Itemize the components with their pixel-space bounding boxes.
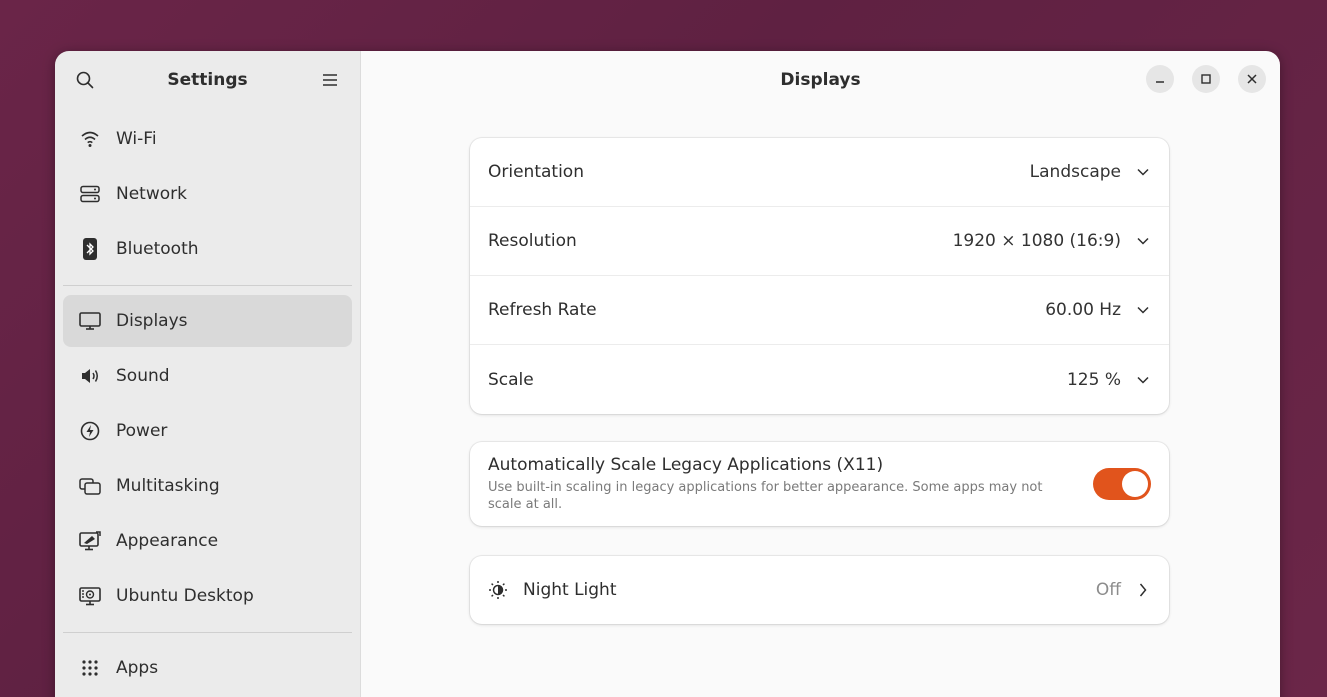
resolution-value: 1920 × 1080 (16:9) xyxy=(952,231,1121,251)
sidebar-item-bluetooth[interactable]: Bluetooth xyxy=(63,223,352,275)
main-menu-button[interactable] xyxy=(316,66,344,94)
sidebar-item-label: Network xyxy=(116,184,187,204)
sidebar-item-label: Multitasking xyxy=(116,476,220,496)
legacy-scaling-title: Automatically Scale Legacy Applications … xyxy=(488,455,884,475)
main-content: Displays Orientation Landscape Resolutio… xyxy=(361,51,1280,697)
chevron-down-icon xyxy=(1135,302,1151,318)
search-button[interactable] xyxy=(71,66,99,94)
ubuntu-desktop-icon xyxy=(79,585,101,607)
page-title: Displays xyxy=(780,70,861,90)
display-icon xyxy=(79,310,101,332)
refresh-rate-value: 60.00 Hz xyxy=(1045,300,1121,320)
toggle-knob xyxy=(1122,471,1148,497)
night-light-row[interactable]: Night Light Off xyxy=(470,556,1169,624)
network-icon xyxy=(79,183,101,205)
resolution-row[interactable]: Resolution 1920 × 1080 (16:9) xyxy=(470,207,1169,276)
scale-label: Scale xyxy=(488,369,534,390)
sidebar-item-wifi[interactable]: Wi-Fi xyxy=(63,113,352,165)
sidebar-item-label: Sound xyxy=(116,366,170,386)
night-light-label: Night Light xyxy=(523,580,617,600)
sidebar-item-sound[interactable]: Sound xyxy=(63,350,352,402)
window-controls xyxy=(1146,65,1266,93)
legacy-scaling-card: Automatically Scale Legacy Applications … xyxy=(470,442,1169,526)
sidebar-item-network[interactable]: Network xyxy=(63,168,352,220)
sidebar-item-label: Wi-Fi xyxy=(116,129,157,149)
minimize-button[interactable] xyxy=(1146,65,1174,93)
sidebar-separator xyxy=(63,632,352,633)
sidebar-item-label: Ubuntu Desktop xyxy=(116,586,254,606)
apps-grid-icon xyxy=(79,657,101,679)
close-icon xyxy=(1247,74,1257,84)
sidebar: Settings Wi-Fi Network Bluetooth Display… xyxy=(55,51,361,697)
appearance-icon xyxy=(79,530,101,552)
sidebar-item-multitasking[interactable]: Multitasking xyxy=(63,460,352,512)
chevron-right-icon xyxy=(1135,582,1151,598)
minimize-icon xyxy=(1156,81,1164,83)
night-light-value: Off xyxy=(1095,580,1121,600)
power-icon xyxy=(79,420,101,442)
sidebar-item-appearance[interactable]: Appearance xyxy=(63,515,352,567)
orientation-label: Orientation xyxy=(488,162,584,182)
sidebar-item-label: Apps xyxy=(116,658,159,678)
chevron-down-icon xyxy=(1135,233,1151,249)
sidebar-item-power[interactable]: Power xyxy=(63,405,352,457)
legacy-scaling-row: Automatically Scale Legacy Applications … xyxy=(470,442,1169,526)
scale-value: 125 % xyxy=(1066,369,1121,390)
sidebar-item-label: Bluetooth xyxy=(116,239,199,259)
legacy-scaling-toggle[interactable] xyxy=(1093,468,1151,500)
search-icon xyxy=(76,71,94,89)
multitasking-icon xyxy=(79,475,101,497)
sidebar-separator xyxy=(63,285,352,286)
night-light-card: Night Light Off xyxy=(470,556,1169,624)
chevron-down-icon xyxy=(1135,372,1151,388)
legacy-scaling-text: Automatically Scale Legacy Applications … xyxy=(488,455,1069,513)
scale-row[interactable]: Scale 125 % xyxy=(470,345,1169,414)
night-light-icon xyxy=(488,580,508,600)
hamburger-menu-icon xyxy=(323,74,337,86)
refresh-rate-label: Refresh Rate xyxy=(488,300,597,320)
resolution-label: Resolution xyxy=(488,231,577,251)
legacy-scaling-subtitle: Use built-in scaling in legacy applicati… xyxy=(488,480,1043,512)
sidebar-item-label: Power xyxy=(116,421,168,441)
maximize-button[interactable] xyxy=(1192,65,1220,93)
display-settings-card: Orientation Landscape Resolution 1920 × … xyxy=(470,138,1169,414)
sidebar-item-label: Appearance xyxy=(116,531,219,551)
wifi-icon xyxy=(79,128,101,150)
settings-window: Settings Wi-Fi Network Bluetooth Display… xyxy=(55,51,1280,697)
sidebar-header: Settings xyxy=(55,51,360,109)
refresh-rate-row[interactable]: Refresh Rate 60.00 Hz xyxy=(470,276,1169,345)
sidebar-item-displays[interactable]: Displays xyxy=(63,295,352,347)
speaker-icon xyxy=(79,365,101,387)
close-button[interactable] xyxy=(1238,65,1266,93)
sidebar-item-label: Displays xyxy=(116,311,188,331)
main-header: Displays xyxy=(361,51,1280,109)
orientation-value: Landscape xyxy=(1029,162,1121,182)
bluetooth-icon xyxy=(79,238,101,260)
sidebar-item-apps[interactable]: Apps xyxy=(63,642,352,694)
orientation-row[interactable]: Orientation Landscape xyxy=(470,138,1169,207)
chevron-down-icon xyxy=(1135,164,1151,180)
sidebar-title: Settings xyxy=(167,70,248,90)
maximize-icon xyxy=(1201,74,1211,84)
sidebar-item-ubuntu-desktop[interactable]: Ubuntu Desktop xyxy=(63,570,352,622)
